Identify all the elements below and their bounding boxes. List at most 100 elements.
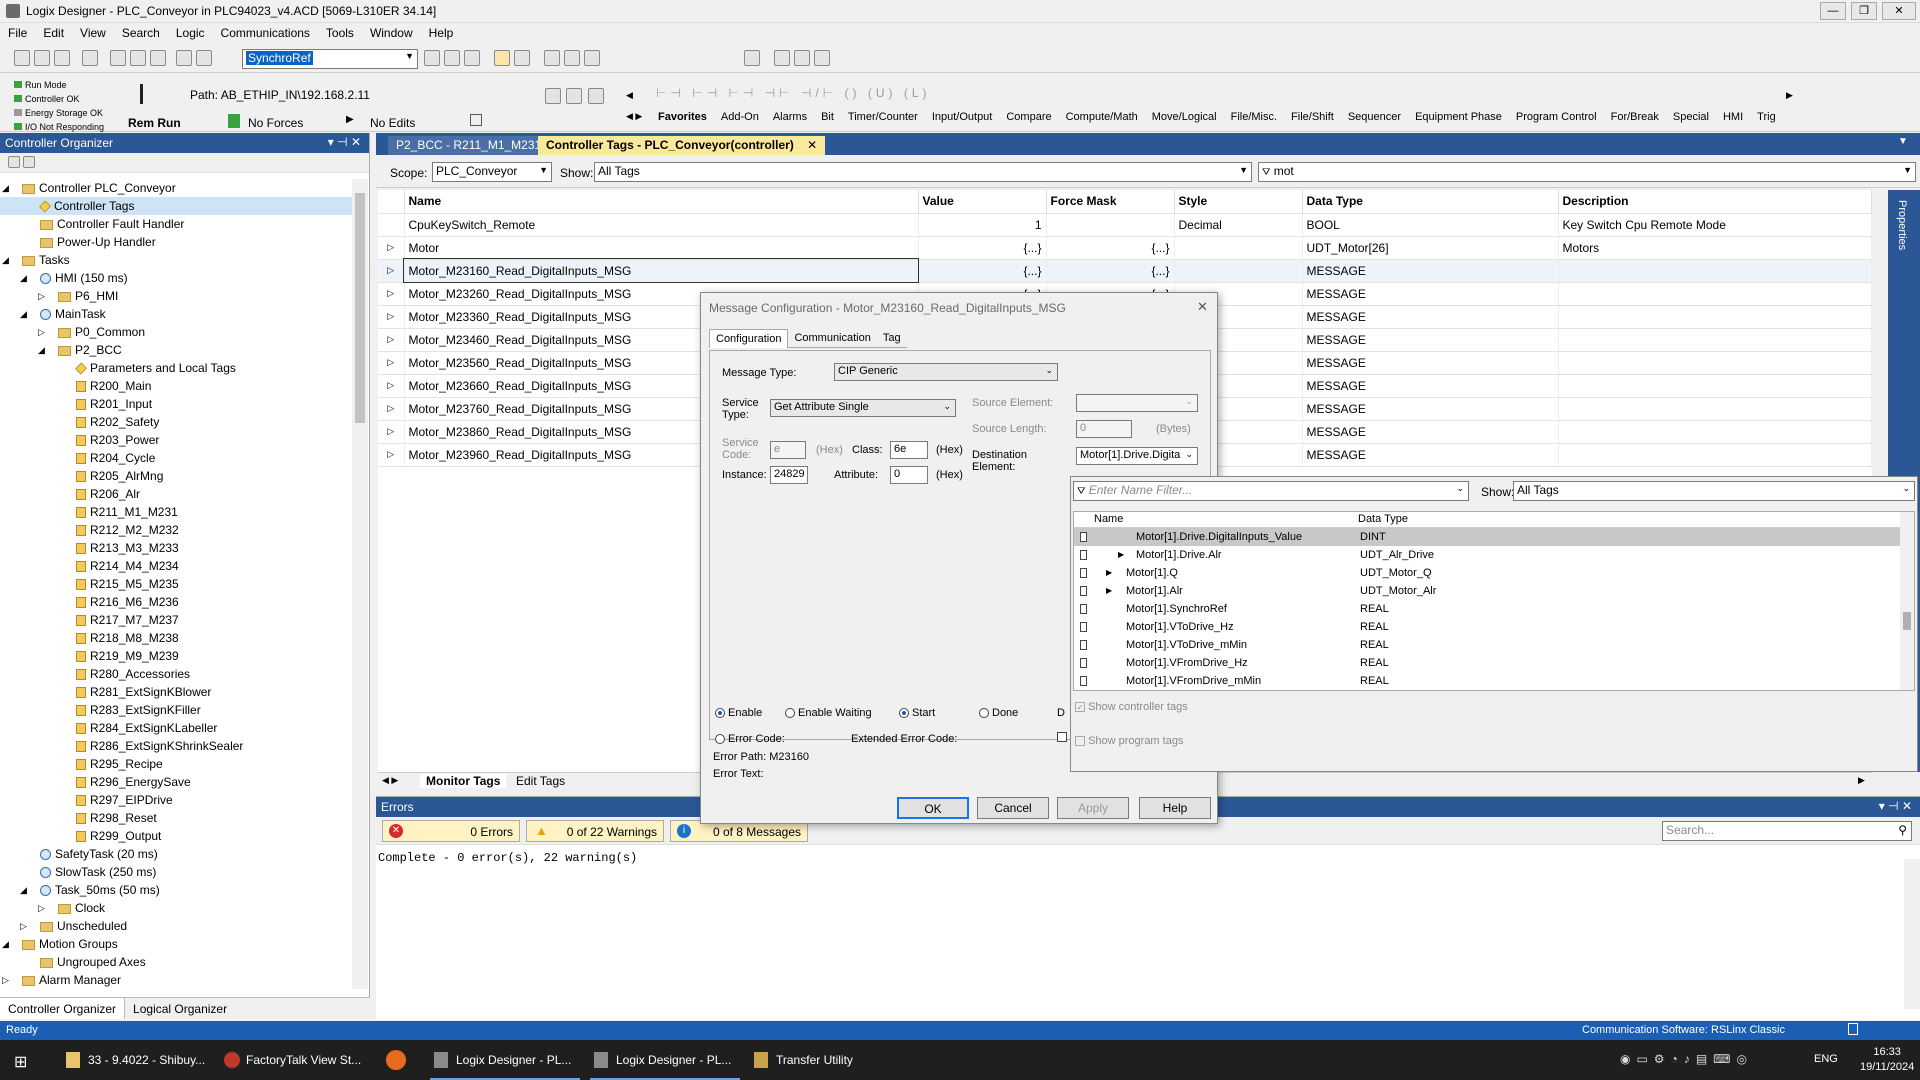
windows-start-icon[interactable]: ⊞ (14, 1052, 27, 1072)
tree-node[interactable]: R201_Input (0, 395, 352, 413)
column-header[interactable]: Data Type (1302, 190, 1559, 214)
palette-tab[interactable]: Sequencer (1348, 111, 1401, 123)
zoom-icon[interactable] (584, 50, 600, 66)
collapse-arrow-icon[interactable]: ◢ (20, 305, 27, 323)
tree-node[interactable]: R284_ExtSignKLabeller (0, 719, 352, 737)
name-filter-input[interactable]: ⛛ Enter Name Filter... ⌄ (1073, 481, 1469, 501)
tab-monitor-tags[interactable]: Monitor Tags (420, 774, 507, 788)
redo-icon[interactable] (196, 50, 212, 66)
tab-scroll-icon[interactable]: ◀ ▶ (382, 775, 398, 786)
tree-node[interactable]: R295_Recipe (0, 755, 352, 773)
tree-node[interactable]: R212_M2_M232 (0, 521, 352, 539)
tab-communication[interactable]: Communication (788, 329, 877, 348)
column-header[interactable]: Description (1558, 190, 1872, 214)
tree-node[interactable]: Power-Up Handler (0, 233, 352, 251)
browser-row[interactable]: ▶ Motor[1].Q UDT_Motor_Q (1074, 564, 1914, 582)
hscroll-right-icon[interactable]: ▶ (1858, 775, 1865, 786)
expand-arrow-icon[interactable]: ▷ (378, 328, 405, 352)
menu-search[interactable]: Search (114, 24, 168, 44)
new-icon[interactable] (14, 50, 30, 66)
tree-node[interactable]: ▷ Clock (0, 899, 352, 917)
palette-tab[interactable]: Compute/Math (1066, 111, 1138, 123)
tree-node[interactable]: R298_Reset (0, 809, 352, 827)
tree-node[interactable]: ◢ Motion Groups (0, 935, 352, 953)
tree-node[interactable]: ◢ Task_50ms (50 ms) (0, 881, 352, 899)
class-input[interactable]: 6e (890, 441, 928, 459)
tree-node[interactable]: ▷ P0_Common (0, 323, 352, 341)
scroll-thumb[interactable] (355, 193, 365, 423)
ladder-elements-icon[interactable]: ⊢⊣ ⊢⊣ ⊢⊣ ⊣⊢ ⊣/⊢ (⁠) (U) (L) (656, 86, 931, 100)
expand-arrow-icon[interactable]: ▷ (38, 899, 45, 917)
tree-node[interactable]: R283_ExtSignKFiller (0, 701, 352, 719)
tree-node[interactable]: R297_EIPDrive (0, 791, 352, 809)
cancel-button[interactable]: Cancel (977, 797, 1049, 819)
expand-arrow-icon[interactable]: ▷ (38, 287, 45, 305)
tab-menu-icon[interactable]: ▼ (1898, 136, 1908, 147)
expand-arrow-icon[interactable]: ▷ (378, 420, 405, 444)
tree-node[interactable]: R281_ExtSignKBlower (0, 683, 352, 701)
expand-arrow-icon[interactable]: ▷ (20, 917, 27, 935)
tree-node[interactable]: R219_M9_M239 (0, 647, 352, 665)
palette-tab[interactable]: File/Misc. (1231, 111, 1277, 123)
collapse-arrow-icon[interactable]: ◢ (2, 935, 9, 953)
restore-button[interactable]: ❐ (1851, 2, 1877, 20)
expand-arrow-icon[interactable]: ▷ (378, 305, 405, 329)
collapse-arrow-icon[interactable]: ◢ (38, 341, 45, 359)
palette-right-icon[interactable]: ▶ (1786, 90, 1793, 101)
expand-arrow-icon[interactable]: ▷ (378, 236, 405, 260)
tree-node[interactable]: R211_M1_M231 (0, 503, 352, 521)
tree-node[interactable]: Controller Tags (0, 197, 352, 215)
download-icon[interactable] (794, 50, 810, 66)
scroll-thumb[interactable] (1903, 612, 1911, 630)
tag-row[interactable]: ▷ Motor {...} {...} UDT_Motor[26] Motors (378, 236, 1872, 260)
upload-icon[interactable] (774, 50, 790, 66)
palette-tab[interactable]: File/Shift (1291, 111, 1334, 123)
forces-arrow-icon[interactable]: ▶ (346, 114, 354, 125)
palette-tab[interactable]: HMI (1723, 111, 1743, 123)
expand-arrow-icon[interactable]: ▷ (378, 259, 405, 283)
instance-input[interactable]: 24829 (770, 466, 808, 484)
minimize-button[interactable]: — (1820, 2, 1846, 20)
expand-arrow-icon[interactable]: ▶ (1118, 546, 1124, 564)
palette-tab[interactable]: Timer/Counter (848, 111, 918, 123)
palette-tab[interactable]: Alarms (773, 111, 807, 123)
tree-node[interactable]: R280_Accessories (0, 665, 352, 683)
palette-tab[interactable]: Special (1673, 111, 1709, 123)
who-active-icon[interactable] (545, 88, 561, 104)
taskbar-app[interactable]: 33 - 9.4022 - Shibuy... (62, 1040, 212, 1080)
expand-icon[interactable] (23, 156, 36, 168)
palette-tab[interactable]: Bit (821, 111, 834, 123)
browser-row[interactable]: Motor[1].Drive.DigitalInputs_Value DINT (1074, 528, 1914, 546)
show-program-tags[interactable]: Show program tags (1075, 735, 1183, 747)
tree-node[interactable]: R206_Alr (0, 485, 352, 503)
menu-tools[interactable]: Tools (318, 24, 362, 44)
palette-tab[interactable]: Move/Logical (1152, 111, 1217, 123)
tree-node[interactable]: R296_EnergySave (0, 773, 352, 791)
tab-logical-organizer[interactable]: Logical Organizer (125, 998, 235, 1019)
expand-arrow-icon[interactable]: ▷ (378, 443, 405, 467)
tab-edit-tags[interactable]: Edit Tags (510, 774, 571, 788)
help-button[interactable]: Help (1139, 797, 1211, 819)
tree-node[interactable]: R213_M3_M233 (0, 539, 352, 557)
tree-node[interactable]: R215_M5_M235 (0, 575, 352, 593)
expand-arrow-icon[interactable]: ▶ (1106, 582, 1112, 600)
network-icon[interactable] (566, 88, 582, 104)
print-icon[interactable] (82, 50, 98, 66)
tag-row[interactable]: CpuKeySwitch_Remote 1 Decimal BOOL Key Switc… (378, 213, 1872, 237)
compare-icon[interactable] (814, 50, 830, 66)
show-controller-tags[interactable]: ✓ Show controller tags (1075, 701, 1188, 713)
menu-file[interactable]: File (0, 24, 35, 44)
source-length-input[interactable]: 0 (1076, 420, 1132, 438)
column-header[interactable]: Name (404, 190, 919, 214)
system-tray-icons[interactable]: ◉▭⚙◔♪▤⌨◎ (1620, 1052, 1753, 1066)
palette-tab[interactable]: Favorites (658, 111, 707, 123)
language-indicator[interactable]: ENG (1814, 1053, 1838, 1065)
collapse-arrow-icon[interactable]: ◢ (20, 881, 27, 899)
tree-node[interactable]: ◢ MainTask (0, 305, 352, 323)
menu-edit[interactable]: Edit (35, 24, 72, 44)
timed-out-checkbox[interactable] (1057, 732, 1067, 742)
service-type-select[interactable]: Get Attribute Single ⌄ (770, 399, 956, 417)
menu-logic[interactable]: Logic (168, 24, 213, 44)
open-icon[interactable] (34, 50, 50, 66)
collapse-icon[interactable] (8, 156, 20, 168)
